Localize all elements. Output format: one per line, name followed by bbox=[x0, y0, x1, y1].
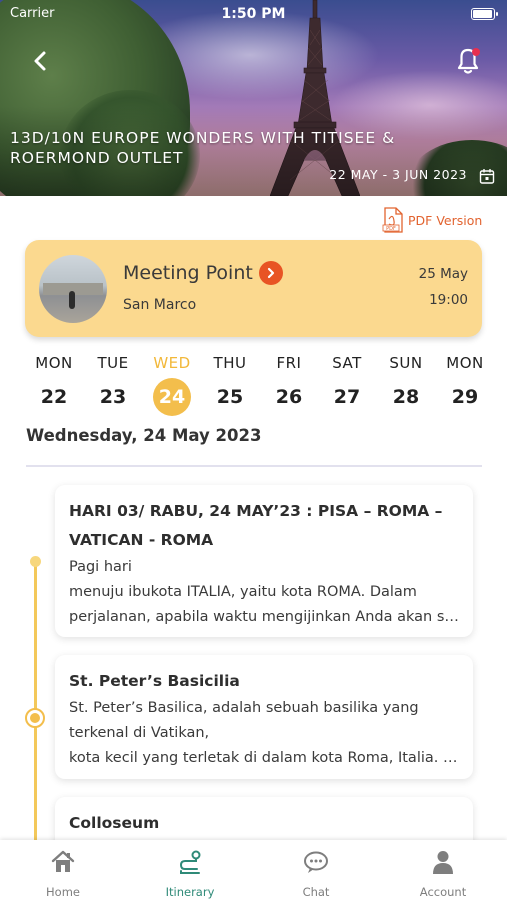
day-name: MON bbox=[446, 354, 484, 372]
selected-date-heading: Wednesday, 24 May 2023 bbox=[26, 426, 262, 445]
back-button[interactable] bbox=[24, 44, 58, 78]
pdf-version-label: PDF Version bbox=[408, 212, 483, 228]
timeline-line bbox=[34, 561, 37, 851]
meeting-point-date: 25 May bbox=[418, 266, 468, 282]
day-name: SUN bbox=[389, 354, 423, 372]
day-name: MON bbox=[35, 354, 73, 372]
day-item[interactable]: TUE 23 bbox=[84, 350, 142, 420]
nav-account-label: Account bbox=[419, 885, 467, 899]
status-bar: Carrier 1:50 PM bbox=[0, 0, 507, 30]
nav-chat[interactable]: Chat bbox=[253, 840, 379, 900]
day-number: 25 bbox=[216, 386, 244, 408]
meeting-point-place: San Marco bbox=[123, 297, 197, 313]
nav-account[interactable]: Account bbox=[380, 840, 506, 900]
chat-icon bbox=[304, 851, 328, 873]
day-name: FRI bbox=[276, 354, 302, 372]
day-number: 26 bbox=[275, 386, 303, 408]
day-item[interactable]: SUN 28 bbox=[377, 350, 435, 420]
tour-dates: 22 MAY - 3 JUN 2023 bbox=[329, 167, 467, 182]
meeting-point-time: 19:00 bbox=[429, 292, 468, 308]
itinerary-card-title: HARI 03/ RABU, 24 MAY’23 : PISA – ROMA – bbox=[69, 502, 443, 520]
day-item[interactable]: MON 22 bbox=[25, 350, 83, 420]
day-name: TUE bbox=[97, 354, 129, 372]
itinerary-card-text: kota kecil yang terletak di dalam kota R… bbox=[69, 750, 459, 766]
meeting-point-photo bbox=[39, 255, 107, 323]
day-number: 28 bbox=[392, 386, 420, 408]
timeline-current-dot bbox=[25, 708, 45, 728]
day-name: THU bbox=[213, 354, 247, 372]
day-number: 24 bbox=[153, 378, 191, 416]
timeline-dot bbox=[30, 556, 41, 567]
route-icon bbox=[179, 850, 201, 874]
nav-chat-label: Chat bbox=[302, 885, 330, 899]
notifications-button[interactable] bbox=[450, 42, 486, 78]
calendar-icon[interactable] bbox=[479, 168, 495, 184]
itinerary-card-title-cont: VATICAN - ROMA bbox=[69, 531, 214, 549]
day-item[interactable]: THU 25 bbox=[201, 350, 259, 420]
pdf-icon-text: PDF bbox=[386, 226, 396, 232]
nav-itinerary[interactable]: Itinerary bbox=[127, 840, 253, 900]
itinerary-card-title: Colloseum bbox=[69, 814, 160, 832]
day-name: WED bbox=[153, 354, 191, 372]
status-time: 1:50 PM bbox=[221, 6, 286, 22]
itinerary-card-text: Pagi hari bbox=[69, 559, 132, 575]
day-selector: MON 22 TUE 23 WED 24 THU 25 FRI 26 SAT 27 SUN 2… bbox=[0, 350, 507, 420]
pdf-version-link[interactable]: PDF PDF Version bbox=[382, 206, 482, 234]
home-icon bbox=[51, 850, 75, 872]
notification-badge bbox=[472, 48, 480, 56]
nav-home[interactable]: Home bbox=[0, 840, 126, 900]
itinerary-card-text: terkenal di Vatikan, bbox=[69, 725, 210, 741]
battery-icon bbox=[471, 8, 498, 20]
day-number: 29 bbox=[451, 386, 479, 408]
day-number: 27 bbox=[333, 386, 361, 408]
meeting-point-title: Meeting Point bbox=[123, 262, 253, 284]
account-icon bbox=[433, 851, 453, 874]
itinerary-card[interactable]: St. Peter’s Basicilia St. Peter’s Basili… bbox=[55, 655, 473, 779]
itinerary-card-text: St. Peter’s Basilica, adalah sebuah basi… bbox=[69, 700, 419, 716]
nav-itinerary-label: Itinerary bbox=[165, 885, 215, 899]
itinerary-card-text: menuju ibukota ITALIA, yaitu kota ROMA. … bbox=[69, 584, 417, 600]
day-item-selected[interactable]: WED 24 bbox=[143, 350, 201, 420]
chevron-right-icon bbox=[267, 267, 275, 279]
day-item[interactable]: FRI 26 bbox=[260, 350, 318, 420]
day-number: 22 bbox=[40, 386, 68, 408]
itinerary-card-text: perjalanan, apabila waktu mengijinkan An… bbox=[69, 609, 459, 625]
day-name: SAT bbox=[332, 354, 362, 372]
meeting-point-arrow-button[interactable] bbox=[259, 261, 283, 285]
chevron-left-icon bbox=[34, 51, 46, 71]
meeting-point-card[interactable]: Meeting Point San Marco 25 May 19:00 bbox=[25, 240, 482, 337]
itinerary-card[interactable]: HARI 03/ RABU, 24 MAY’23 : PISA – ROMA –… bbox=[55, 485, 473, 637]
day-item[interactable]: MON 29 bbox=[436, 350, 494, 420]
itinerary-card-title: St. Peter’s Basicilia bbox=[69, 672, 240, 690]
day-number: 23 bbox=[99, 386, 127, 408]
nav-home-label: Home bbox=[46, 885, 80, 899]
pdf-file-icon: PDF bbox=[382, 207, 403, 233]
tour-title: 13D/10N EUROPE WONDERS WITH TITISEE & RO… bbox=[10, 129, 396, 167]
day-item[interactable]: SAT 27 bbox=[318, 350, 376, 420]
divider bbox=[26, 465, 482, 467]
bell-icon bbox=[457, 48, 479, 74]
bottom-navigation: Home Itinerary Chat Account bbox=[0, 840, 507, 900]
